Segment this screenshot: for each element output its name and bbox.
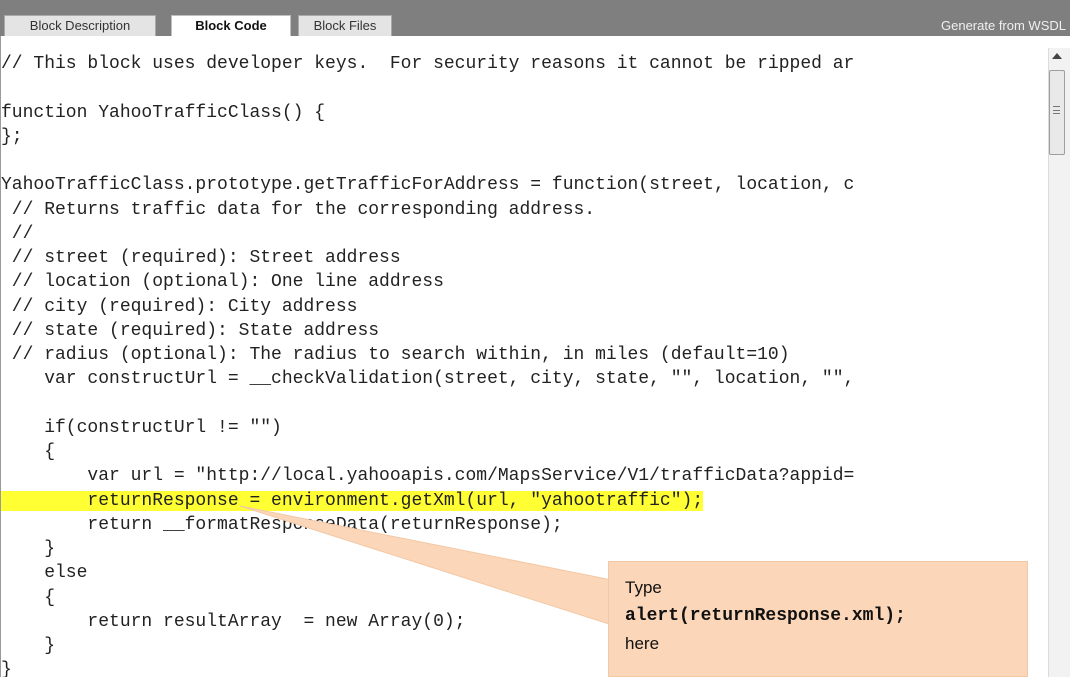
callout-line-3: here	[625, 634, 660, 653]
callout-box: Type alert(returnResponse.xml); here	[608, 561, 1028, 677]
callout-code: alert(returnResponse.xml);	[625, 606, 906, 626]
callout-line-1: Type	[625, 578, 662, 597]
